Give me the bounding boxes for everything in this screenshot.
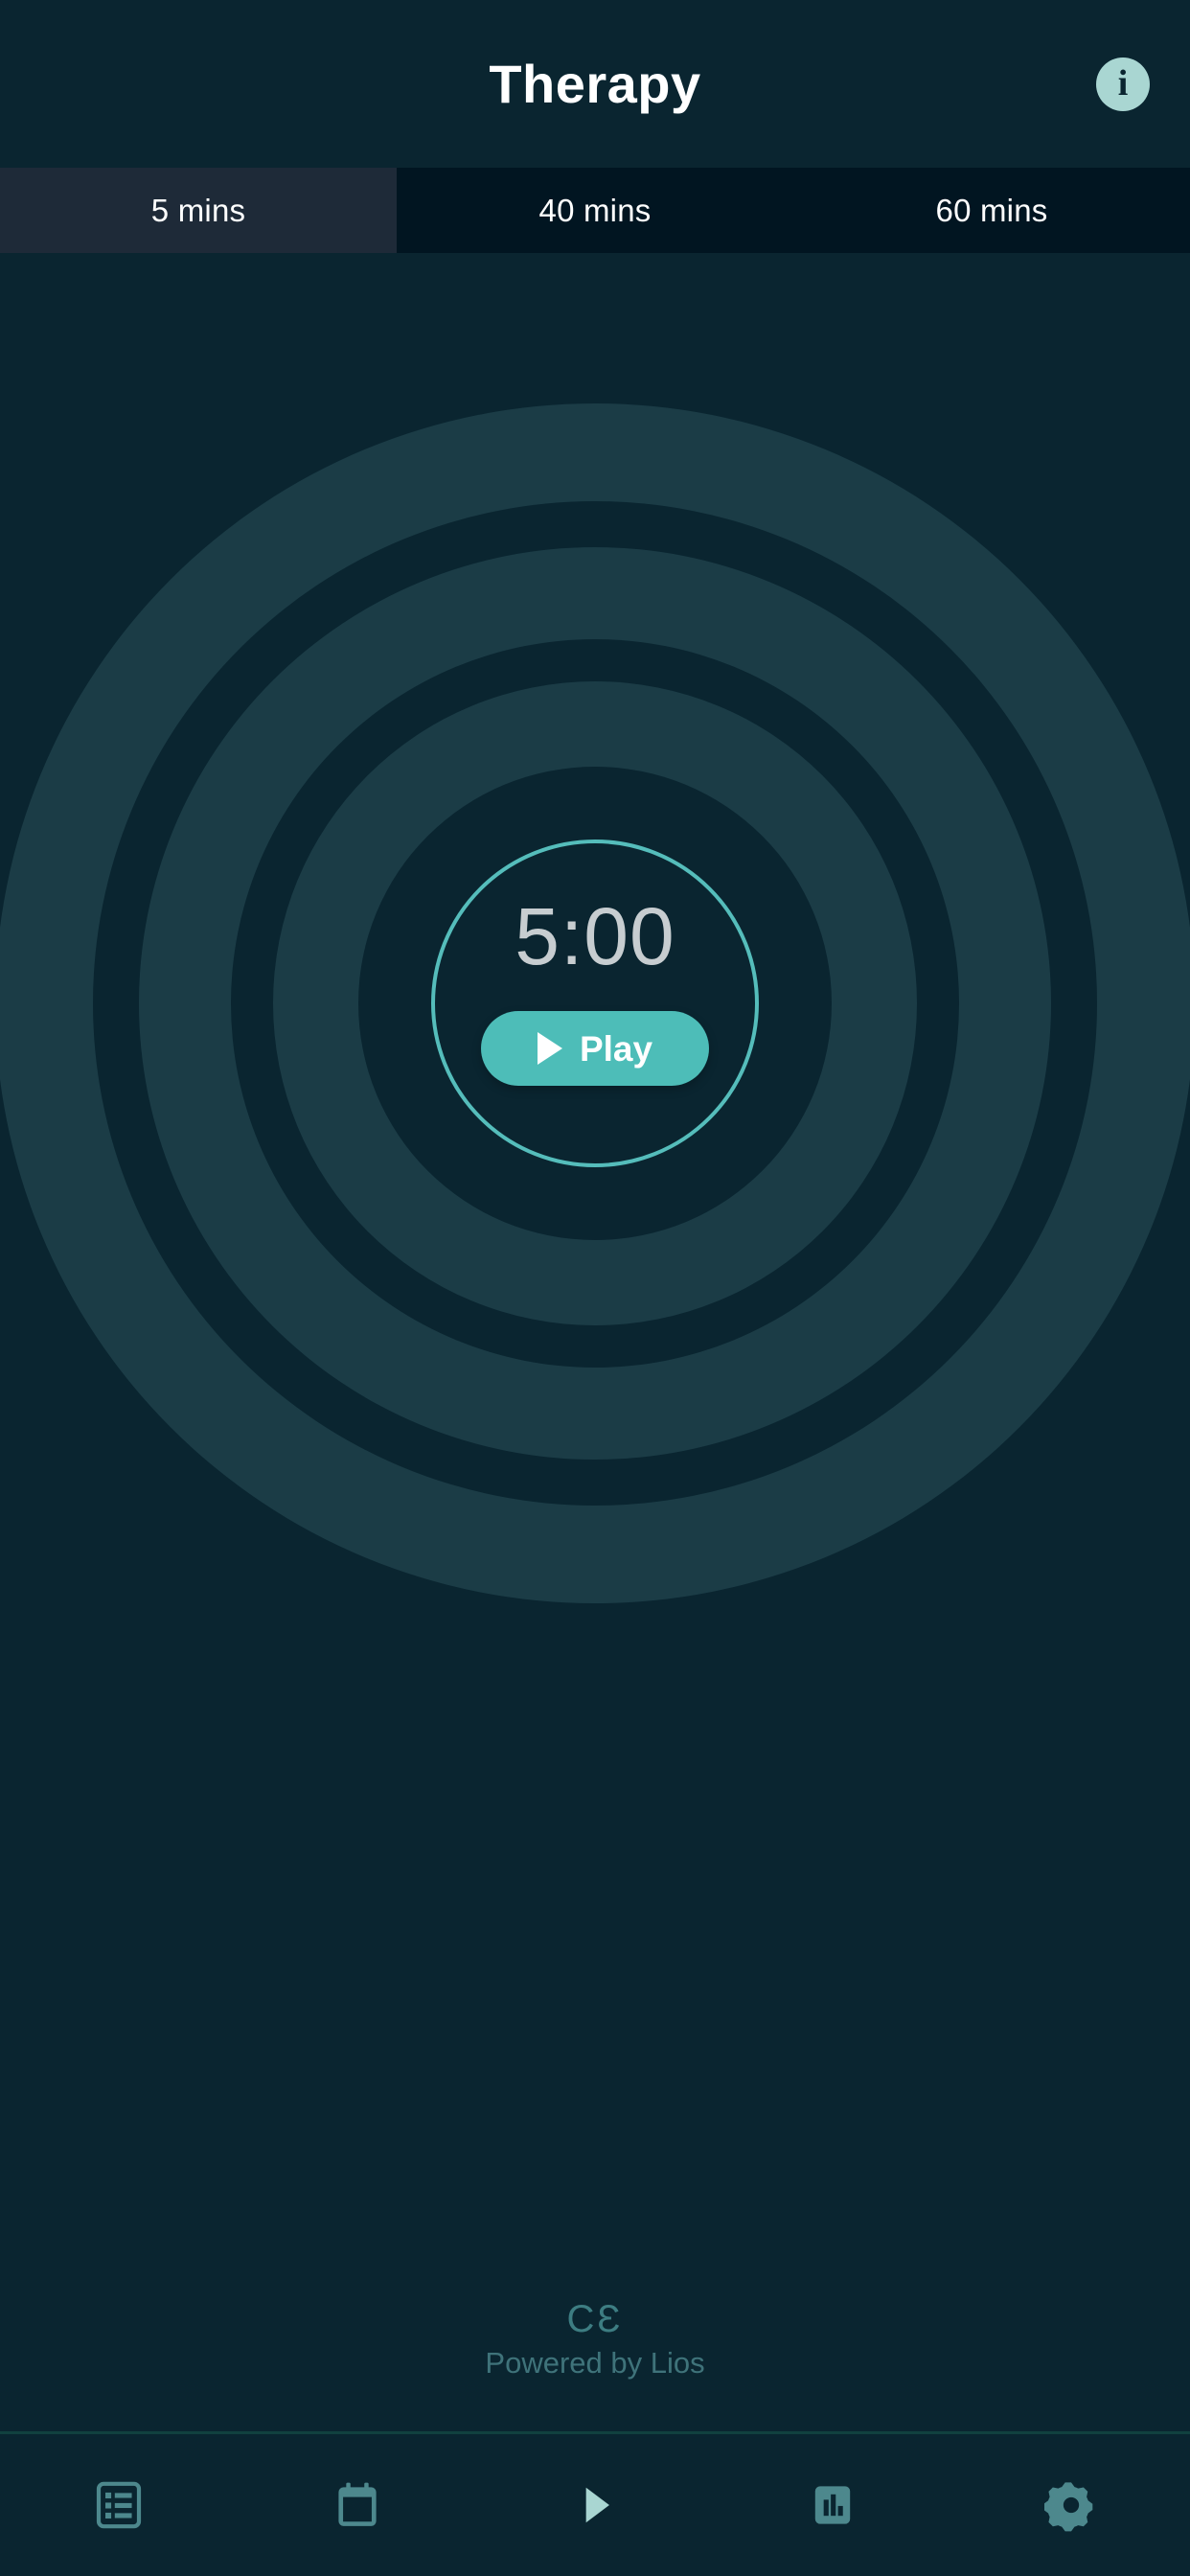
play-icon	[568, 2478, 622, 2532]
play-button[interactable]: Play	[481, 1011, 709, 1086]
tab-5-mins[interactable]: 5 mins	[0, 168, 397, 253]
tab-label: 40 mins	[538, 192, 652, 228]
nav-item-stats[interactable]	[714, 2434, 951, 2576]
concentric-rings: 5:00 Play	[0, 403, 1190, 1603]
branding-footer: CƐ Powered by Lios	[0, 2300, 1190, 2378]
bottom-navigation	[0, 2431, 1190, 2576]
info-glyph: i	[1117, 62, 1129, 104]
list-icon	[92, 2478, 146, 2532]
timer-dial[interactable]: 5:00 Play	[431, 840, 759, 1167]
app-header: Therapy i	[0, 0, 1190, 168]
duration-tabs: 5 mins 40 mins 60 mins	[0, 168, 1190, 253]
play-icon	[537, 1032, 562, 1065]
nav-item-settings[interactable]	[952, 2434, 1190, 2576]
tab-label: 60 mins	[935, 192, 1048, 228]
bar-chart-icon	[806, 2478, 859, 2532]
app-root: Therapy i 5 mins 40 mins 60 mins 5:00 Pl…	[0, 0, 1190, 2576]
tab-label: 5 mins	[150, 192, 246, 228]
tab-60-mins[interactable]: 60 mins	[793, 168, 1190, 253]
gear-icon	[1043, 2478, 1098, 2532]
nav-item-play[interactable]	[476, 2434, 714, 2576]
tab-40-mins[interactable]: 40 mins	[397, 168, 793, 253]
calendar-icon	[331, 2478, 384, 2532]
ce-mark-icon: CƐ	[566, 2298, 624, 2340]
nav-item-calendar[interactable]	[238, 2434, 475, 2576]
powered-by-label: Powered by Lios	[485, 2346, 705, 2380]
play-button-label: Play	[579, 1028, 653, 1069]
info-icon[interactable]: i	[1096, 57, 1150, 111]
main-content: 5:00 Play CƐ Powered by Lios	[0, 253, 1190, 2431]
timer-value: 5:00	[515, 891, 675, 981]
page-title: Therapy	[489, 53, 701, 114]
nav-item-list[interactable]	[0, 2434, 238, 2576]
